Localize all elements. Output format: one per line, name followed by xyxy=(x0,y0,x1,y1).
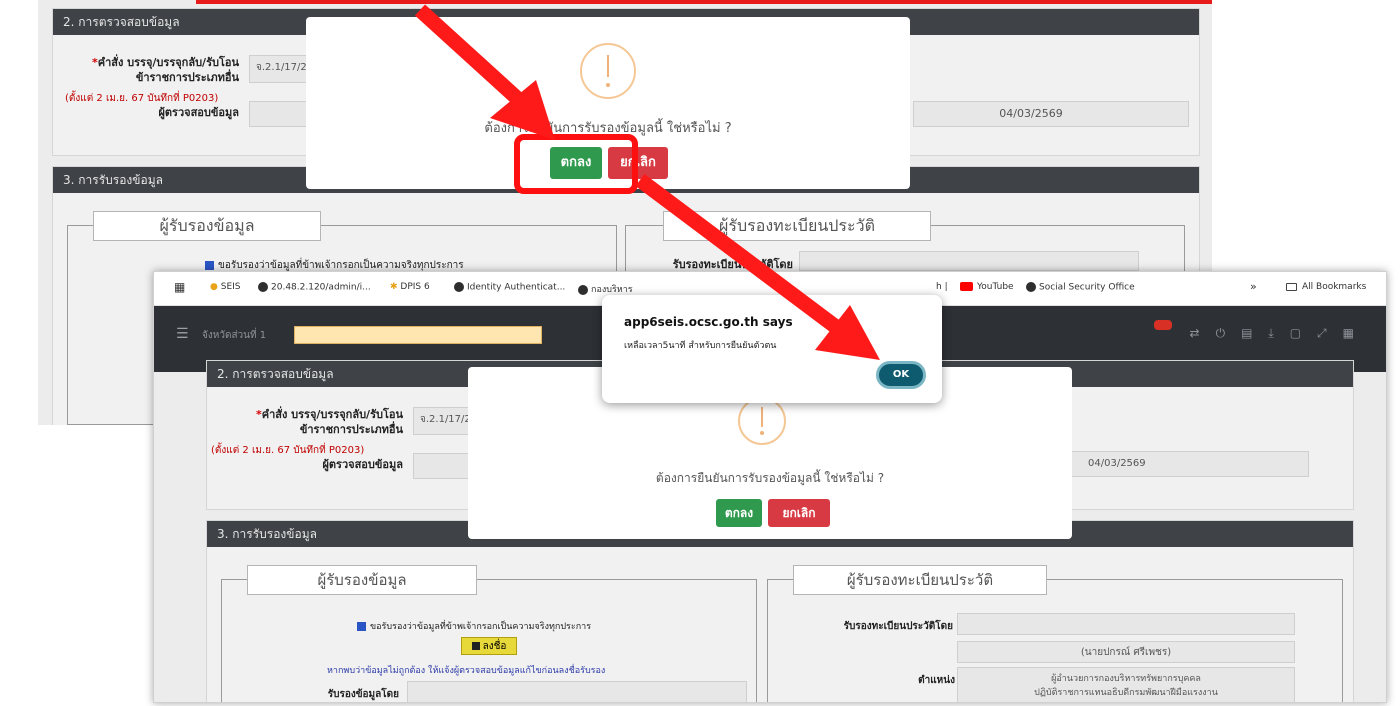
certified-by-label: รับรองข้อมูลโดย xyxy=(327,689,399,700)
registry-by-label: รับรองทะเบียนประวัติโดย xyxy=(672,258,793,271)
sign-check-icon xyxy=(471,642,480,650)
front-registry-by-field[interactable] xyxy=(957,613,1295,635)
bookmark-seis[interactable]: ● SEIS xyxy=(210,282,241,292)
bookmark-h[interactable]: h | xyxy=(936,282,948,292)
checker-label: ผู้ตรวจสอบข้อมูล xyxy=(158,106,239,119)
front-certifier-legend: ผู้รับรองข้อมูล xyxy=(247,565,477,595)
dept-label: จังหวัดส่วนที่ 1 xyxy=(202,330,267,341)
alert-title: app6seis.ocsc.go.th says xyxy=(624,315,793,329)
front-registry-legend: ผู้รับรองทะเบียนประวัติ xyxy=(793,565,1047,595)
front-checker-field[interactable] xyxy=(413,453,473,479)
checker-field[interactable] xyxy=(249,101,309,127)
registry-legend: ผู้รับรองทะเบียนประวัติ xyxy=(663,211,931,241)
certifier-legend: ผู้รับรองข้อมูล xyxy=(93,211,321,241)
toolbar-icons[interactable]: ⇄⏻▤⤓▢⤢▦ xyxy=(1190,326,1370,341)
bookmark-admin[interactable]: 20.48.2.120/admin/i... xyxy=(258,282,371,293)
globe-icon xyxy=(258,282,268,292)
registry-by-field[interactable] xyxy=(799,251,1139,271)
globe-icon xyxy=(578,284,588,295)
order-field[interactable]: จ.2.1/17/2 xyxy=(249,55,309,83)
front-order-field[interactable]: จ.2.1/17/2 xyxy=(413,407,473,435)
globe-icon xyxy=(454,282,464,292)
registry-person-field: (นายปกรณ์ ศรีเพชร) xyxy=(957,641,1295,663)
apps-icon[interactable]: ▦ xyxy=(174,280,185,294)
position-field: ผู้อำนวยการกองบริหารทรัพยากรบุคคล ปฏิบัติ… xyxy=(957,667,1295,702)
front-order-label: *คำสั่ง บรรจุ/บรรจุกลับ/รับโอน ข้าราชการ… xyxy=(255,408,403,436)
sign-button[interactable]: ลงชื่อ xyxy=(461,637,517,655)
warning-icon xyxy=(580,43,636,99)
order-label: *คำสั่ง บรรจุ/บรรจุกลับ/รับโอน ข้าราชการ… xyxy=(91,56,239,84)
order-note: (ตั้งแต่ 2 เม.ย. 67 บันทึกที่ P0203) xyxy=(65,93,219,104)
alert-ok-button[interactable]: OK xyxy=(876,361,926,389)
bookmark-identity[interactable]: Identity Authenticat... xyxy=(454,282,565,293)
notification-badge xyxy=(1154,320,1172,330)
globe-icon xyxy=(1026,282,1036,292)
date-field[interactable]: 04/03/2569 xyxy=(913,101,1189,127)
front-ok-button[interactable]: ตกลง xyxy=(716,499,762,527)
position-label: ตำแหน่ง xyxy=(918,675,955,686)
front-order-note: (ตั้งแต่ 2 เม.ย. 67 บันทึกที่ P0203) xyxy=(211,445,365,456)
bookmark-ministry[interactable]: กองบริหาร xyxy=(578,282,633,296)
all-bookmarks[interactable]: All Bookmarks xyxy=(1286,282,1366,292)
bookmark-youtube[interactable]: YouTube xyxy=(960,282,1014,292)
front-screenshot: ▦ ● SEIS 20.48.2.120/admin/i... ✱ DPIS 6… xyxy=(153,271,1387,703)
front-registry-by-label: รับรองทะเบียนประวัติโดย xyxy=(843,621,953,632)
certified-by-field[interactable] xyxy=(407,681,747,702)
top-red-line xyxy=(196,0,1212,4)
dept-select[interactable] xyxy=(294,326,542,344)
front-cancel-button[interactable]: ยกเลิก xyxy=(768,499,830,527)
youtube-icon xyxy=(960,282,973,291)
browser-alert-dialog: app6seis.ocsc.go.th says เหลือเวลา5นาที … xyxy=(602,295,942,403)
more-bookmarks-button[interactable]: » xyxy=(1250,280,1257,293)
front-certify-checkbox[interactable]: ขอรับรองว่าข้อมูลที่ข้าพเจ้ากรอกเป็นความ… xyxy=(357,619,591,633)
bookmark-dpis[interactable]: ✱ DPIS 6 xyxy=(390,282,430,292)
front-date-field[interactable]: 04/03/2569 xyxy=(1065,451,1309,477)
front-warning-icon xyxy=(738,397,786,445)
bookmark-sso[interactable]: Social Security Office xyxy=(1026,282,1135,293)
ok-button-highlight xyxy=(514,134,638,194)
front-checker-label: ผู้ตรวจสอบข้อมูล xyxy=(322,458,403,471)
front-modal-question: ต้องการยืนยันการรับรองข้อมูลนี้ ใช่หรือไ… xyxy=(655,471,885,485)
front-section-certify-panel: 3. การรับรองข้อมูล ผู้รับรองข้อมูล ผู้รั… xyxy=(206,520,1354,702)
folder-icon xyxy=(1286,282,1297,291)
menu-icon[interactable]: ☰ xyxy=(176,326,189,342)
alert-message: เหลือเวลา5นาที สำหรับการยืนยันตัวตน xyxy=(624,341,777,351)
notify-text: หากพบว่าข้อมูลไม่ถูกต้อง ให้แจ้งผู้ตรวจส… xyxy=(327,666,606,676)
